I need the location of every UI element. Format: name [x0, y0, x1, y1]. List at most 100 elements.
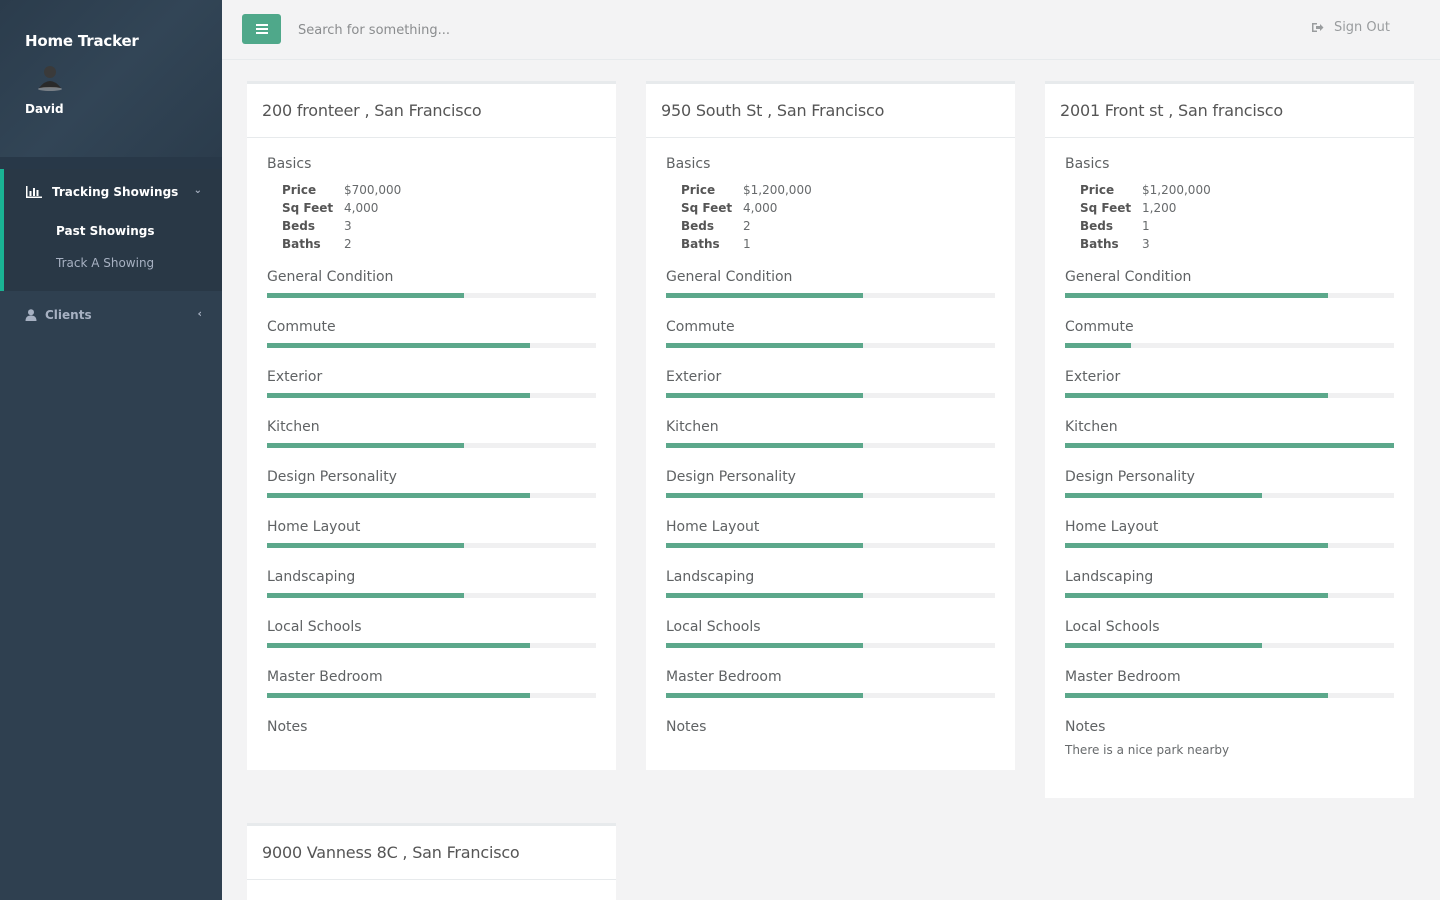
rating-label: General Condition [666, 269, 793, 285]
nav-tracking-showings[interactable]: Tracking Showings ⌄ [4, 169, 222, 215]
rating-bar-fill [267, 293, 465, 298]
rating-label: General Condition [267, 269, 394, 285]
rating-label: Commute [267, 319, 336, 335]
rating-label: Home Layout [1065, 519, 1159, 535]
rating-metric: General Condition [666, 269, 995, 319]
rating-metric: Landscaping [666, 569, 995, 619]
basic-value: $700,000 [344, 183, 402, 197]
basic-value: 1,200 [1142, 201, 1177, 215]
rating-bar-fill [267, 593, 465, 598]
nav-clients-label: Clients [45, 307, 92, 322]
nav-track-a-showing[interactable]: Track A Showing [4, 247, 222, 279]
rating-label: Master Bedroom [1065, 669, 1181, 685]
basic-label: Sq Feet [282, 201, 334, 215]
basic-row-beds: Beds 3 [282, 217, 596, 235]
notes-heading: Notes [1065, 719, 1106, 735]
sidebar: Home Tracker David Tracking Showings ⌄ P… [0, 0, 222, 900]
rating-metric: Home Layout [1065, 519, 1394, 569]
rating-bar [267, 693, 596, 698]
basic-value: $1,200,000 [743, 183, 812, 197]
property-title[interactable]: 950 South St , San Francisco [646, 84, 1015, 138]
basics-list: Price $1,200,000 Sq Feet 4,000 Beds 2 Baths 1 [681, 181, 995, 253]
basic-row-price: Price $1,200,000 [681, 181, 995, 199]
rating-label: Local Schools [267, 619, 362, 635]
chevron-down-icon: ⌄ [193, 185, 202, 196]
rating-bar-fill [1065, 293, 1329, 298]
basic-value: 2 [344, 237, 352, 251]
rating-metric: Commute [666, 319, 995, 369]
basic-label: Beds [282, 219, 316, 233]
rating-bar-fill [267, 643, 531, 648]
rating-bar-fill [1065, 493, 1263, 498]
rating-bar [1065, 693, 1394, 698]
rating-bar-fill [1065, 343, 1131, 348]
profile-section: Home Tracker David [0, 0, 222, 157]
rating-metric: Master Bedroom [267, 669, 596, 719]
rating-label: General Condition [1065, 269, 1192, 285]
rating-label: Landscaping [267, 569, 356, 585]
rating-bar-fill [267, 493, 531, 498]
rating-metric: Local Schools [267, 619, 596, 669]
divider [0, 157, 222, 169]
basic-row-baths: Baths 3 [1080, 235, 1394, 253]
basic-value: $1,200,000 [1142, 183, 1211, 197]
search-input[interactable] [288, 15, 788, 45]
rating-label: Home Layout [666, 519, 760, 535]
rating-label: Kitchen [1065, 419, 1118, 435]
property-title[interactable]: 2001 Front st , San francisco [1045, 84, 1414, 138]
rating-bar-fill [267, 343, 531, 348]
rating-label: Exterior [267, 369, 323, 385]
rating-bar [666, 593, 995, 598]
basic-label: Beds [681, 219, 715, 233]
property-card: 950 South St , San Francisco Basics Price $… [646, 81, 1015, 770]
basic-label: Sq Feet [1080, 201, 1132, 215]
rating-bar [267, 443, 596, 448]
basic-row-beds: Beds 2 [681, 217, 995, 235]
user-icon [25, 308, 37, 321]
rating-label: Kitchen [666, 419, 719, 435]
basic-value: 3 [344, 219, 352, 233]
basic-label: Baths [1080, 237, 1119, 251]
basic-label: Baths [681, 237, 720, 251]
rating-bar [1065, 543, 1394, 548]
rating-metric: Exterior [666, 369, 995, 419]
app-title[interactable]: Home Tracker [25, 32, 197, 50]
basic-value: 4,000 [743, 201, 778, 215]
notes-heading: Notes [267, 719, 308, 735]
rating-bar [267, 393, 596, 398]
basic-row-baths: Baths 1 [681, 235, 995, 253]
basics-list: Price $700,000 Sq Feet 4,000 Beds 3 Baths 2 [282, 181, 596, 253]
user-avatar-icon [38, 66, 62, 91]
basic-label: Beds [1080, 219, 1114, 233]
nav-clients[interactable]: Clients ‹ [0, 291, 222, 337]
rating-bar-fill [1065, 643, 1263, 648]
property-title[interactable]: 9000 Vanness 8C , San Francisco [247, 826, 616, 880]
rating-metric: Design Personality [666, 469, 995, 519]
basic-value: 1 [1142, 219, 1150, 233]
basics-heading: Basics [267, 156, 312, 172]
rating-metric: Commute [1065, 319, 1394, 369]
rating-metric: Exterior [267, 369, 596, 419]
basic-label: Baths [282, 237, 321, 251]
rating-bar-fill [666, 543, 864, 548]
rating-bar [1065, 393, 1394, 398]
rating-label: Master Bedroom [267, 669, 383, 685]
nav-past-showings[interactable]: Past Showings [4, 215, 222, 247]
rating-bar [267, 593, 596, 598]
rating-bar [1065, 343, 1394, 348]
user-name[interactable]: David [25, 102, 197, 116]
rating-bar-fill [1065, 543, 1329, 548]
rating-bar-fill [666, 393, 864, 398]
property-title[interactable]: 200 fronteer , San Francisco [247, 84, 616, 138]
rating-bar-fill [666, 293, 864, 298]
menu-toggle-button[interactable] [242, 14, 281, 44]
rating-metric: Landscaping [267, 569, 596, 619]
avatar[interactable] [35, 62, 65, 92]
rating-bar [1065, 593, 1394, 598]
sign-out-link[interactable]: Sign Out [1311, 20, 1390, 35]
notes-text: There is a nice park nearby [1065, 743, 1230, 757]
rating-bar-fill [666, 643, 864, 648]
basics-heading: Basics [1065, 156, 1110, 172]
basic-label: Price [1080, 183, 1115, 197]
rating-label: Landscaping [1065, 569, 1154, 585]
